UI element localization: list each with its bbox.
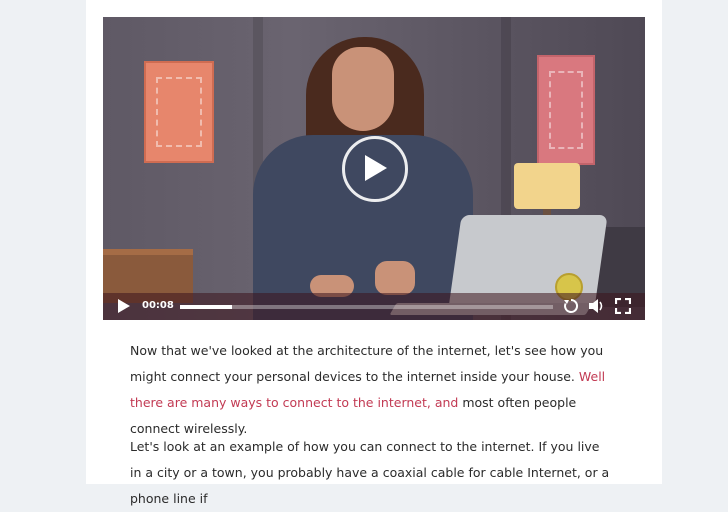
presenter-hand-right bbox=[375, 261, 415, 295]
volume-icon[interactable] bbox=[588, 298, 606, 318]
paragraph-text: Let's look at an example of how you can … bbox=[130, 439, 610, 506]
video-controls: 00:08 bbox=[103, 293, 645, 320]
video-player[interactable]: 00:08 bbox=[103, 17, 645, 320]
presenter-face bbox=[332, 47, 394, 131]
wall-art-right bbox=[537, 55, 595, 165]
lamp-shade bbox=[514, 163, 580, 209]
time-display: 00:08 bbox=[142, 300, 174, 311]
fullscreen-icon[interactable] bbox=[614, 297, 632, 318]
play-icon[interactable] bbox=[117, 298, 131, 318]
progress-track[interactable] bbox=[180, 305, 553, 309]
article-paragraph: Let's look at an example of how you can … bbox=[130, 434, 614, 512]
progress-fill bbox=[180, 305, 233, 309]
paragraph-text: Now that we've looked at the architectur… bbox=[130, 343, 604, 384]
rewind-icon[interactable] bbox=[562, 297, 580, 319]
play-icon[interactable] bbox=[342, 136, 408, 202]
wall-art-left bbox=[144, 61, 214, 163]
article-paragraph: Now that we've looked at the architectur… bbox=[130, 338, 614, 442]
